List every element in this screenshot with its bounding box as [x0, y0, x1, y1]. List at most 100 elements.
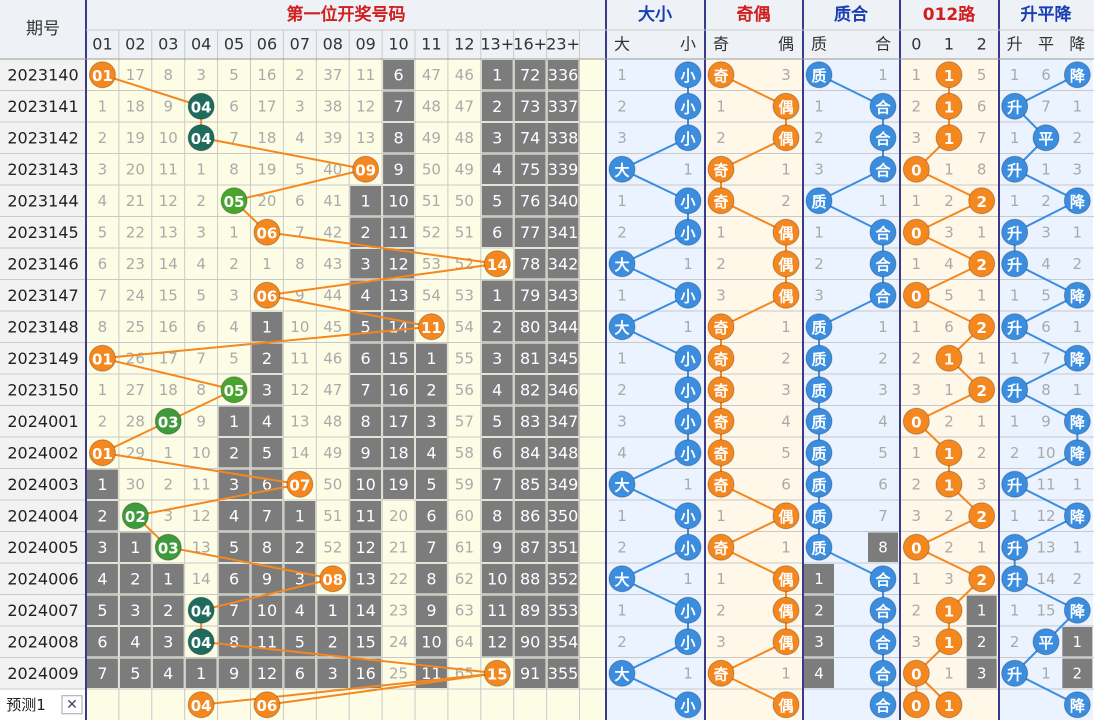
metric-miss-value: 5	[878, 444, 888, 462]
metric-miss-value: 3	[617, 129, 627, 147]
miss-value: 19	[388, 475, 408, 494]
metric-miss-value: 1	[683, 570, 693, 588]
metric-miss-value: 1	[912, 444, 922, 462]
number-column-label: 05	[224, 35, 244, 54]
miss-value: 25	[126, 318, 145, 336]
metric-miss-value: 1	[1073, 538, 1083, 556]
miss-value: 16	[388, 380, 408, 399]
metric-miss-value: 1	[1010, 601, 1020, 619]
miss-value: 4	[98, 192, 108, 210]
metric-hit-label: 小	[680, 224, 695, 242]
miss-value: 6	[361, 349, 371, 368]
miss-value: 53	[455, 286, 474, 304]
miss-value: 5	[262, 443, 272, 462]
metric-hit-label: 0	[911, 413, 921, 431]
metric-hit-label: 降	[1070, 413, 1086, 431]
miss-value: 43	[323, 255, 342, 273]
miss-value: 62	[455, 570, 474, 588]
metric-miss-value: 3	[781, 66, 791, 84]
metric-hit-label: 奇	[713, 67, 728, 85]
miss-value: 13	[356, 129, 375, 147]
metric-miss-value: 1	[617, 66, 627, 84]
miss-value: 77	[520, 223, 540, 242]
metric-miss-value: 14	[1036, 570, 1055, 588]
metric-hit-label: 质	[811, 67, 826, 85]
miss-value: 87	[520, 538, 540, 557]
metric-hit-label: 质	[811, 382, 826, 400]
miss-value: 339	[548, 160, 579, 179]
metric-miss-value: 1	[1041, 664, 1051, 682]
miss-value: 24	[126, 286, 145, 304]
miss-value: 4	[196, 255, 206, 273]
metric-miss-value: 6	[944, 318, 954, 336]
miss-value: 17	[388, 412, 408, 431]
number-column-label: 08	[323, 35, 343, 54]
miss-value: 350	[548, 506, 579, 525]
metric-hit-label: 合	[874, 287, 891, 305]
miss-value: 7	[426, 538, 436, 557]
miss-value: 8	[163, 66, 173, 84]
metric-miss-value: 11	[1036, 475, 1055, 493]
miss-value: 347	[548, 412, 579, 431]
metric-miss-value: 5	[977, 66, 987, 84]
metric-miss-value: 2	[1010, 444, 1020, 462]
hit-number-label: 07	[289, 476, 310, 494]
metric-hit-label: 质	[811, 445, 826, 463]
miss-value: 11	[388, 223, 408, 242]
metric-hit-label: 平	[1038, 130, 1053, 148]
number-column-label: 02	[125, 35, 145, 54]
miss-value: 16	[257, 66, 276, 84]
miss-value: 21	[389, 538, 408, 556]
metric-miss-value: 1	[617, 601, 627, 619]
metric-hit-label: 质	[811, 413, 826, 431]
miss-value: 11	[192, 475, 211, 493]
miss-value: 58	[455, 444, 474, 462]
miss-value: 1	[426, 349, 436, 368]
miss-value: 8	[229, 632, 239, 651]
metric-miss-value: 1	[944, 664, 954, 682]
metric-miss-value: 3	[912, 129, 922, 147]
period-cell: 2023144	[7, 191, 78, 210]
period-cell: 2024004	[7, 506, 78, 525]
metric-miss-value: 3	[878, 381, 888, 399]
metric-miss-value: 15	[1036, 601, 1055, 619]
miss-value: 17	[126, 66, 145, 84]
miss-value: 10	[290, 318, 309, 336]
miss-value: 8	[426, 569, 436, 588]
miss-value: 9	[196, 412, 206, 430]
metric-hit-label: 2	[976, 508, 986, 526]
miss-value: 91	[520, 664, 540, 683]
metric-column-label: 小	[680, 35, 696, 54]
number-column-label: 16+	[513, 35, 547, 54]
metric-hit-label: 升	[1007, 665, 1022, 683]
number-column-label: 23+	[546, 35, 580, 54]
miss-value: 3	[98, 160, 108, 178]
hit-number-label: 01	[92, 350, 113, 368]
miss-value: 336	[548, 65, 579, 84]
miss-value: 6	[98, 255, 108, 273]
miss-value: 10	[192, 444, 211, 462]
hit-number-label: 05	[224, 193, 245, 211]
hit-number-label: 03	[158, 413, 179, 431]
metric-hit-label: 小	[680, 508, 695, 526]
forecast-number-label: 04	[191, 697, 212, 715]
metric-miss-value: 2	[1073, 255, 1083, 273]
metric-miss-value: 4	[781, 412, 791, 430]
hit-number-label: 01	[92, 67, 113, 85]
miss-value: 4	[426, 443, 436, 462]
miss-value: 2	[163, 475, 173, 493]
metric-miss-value: 3	[814, 286, 824, 304]
metric-miss-value: 3	[912, 507, 922, 525]
metric-hit-label: 2	[976, 193, 986, 211]
miss-value: 1	[163, 569, 173, 588]
miss-value: 1	[196, 160, 206, 178]
metric-hit-label: 合	[874, 602, 891, 620]
period-header: 期号	[26, 19, 60, 39]
miss-value: 11	[355, 506, 375, 525]
miss-value: 54	[455, 318, 474, 336]
metric-miss-value: 2	[617, 381, 627, 399]
miss-value: 59	[455, 475, 474, 493]
group-header-number: 第一位开奖号码	[287, 4, 406, 25]
metric-hit-label: 大	[614, 665, 629, 683]
metric-hit-label: 0	[911, 161, 921, 179]
